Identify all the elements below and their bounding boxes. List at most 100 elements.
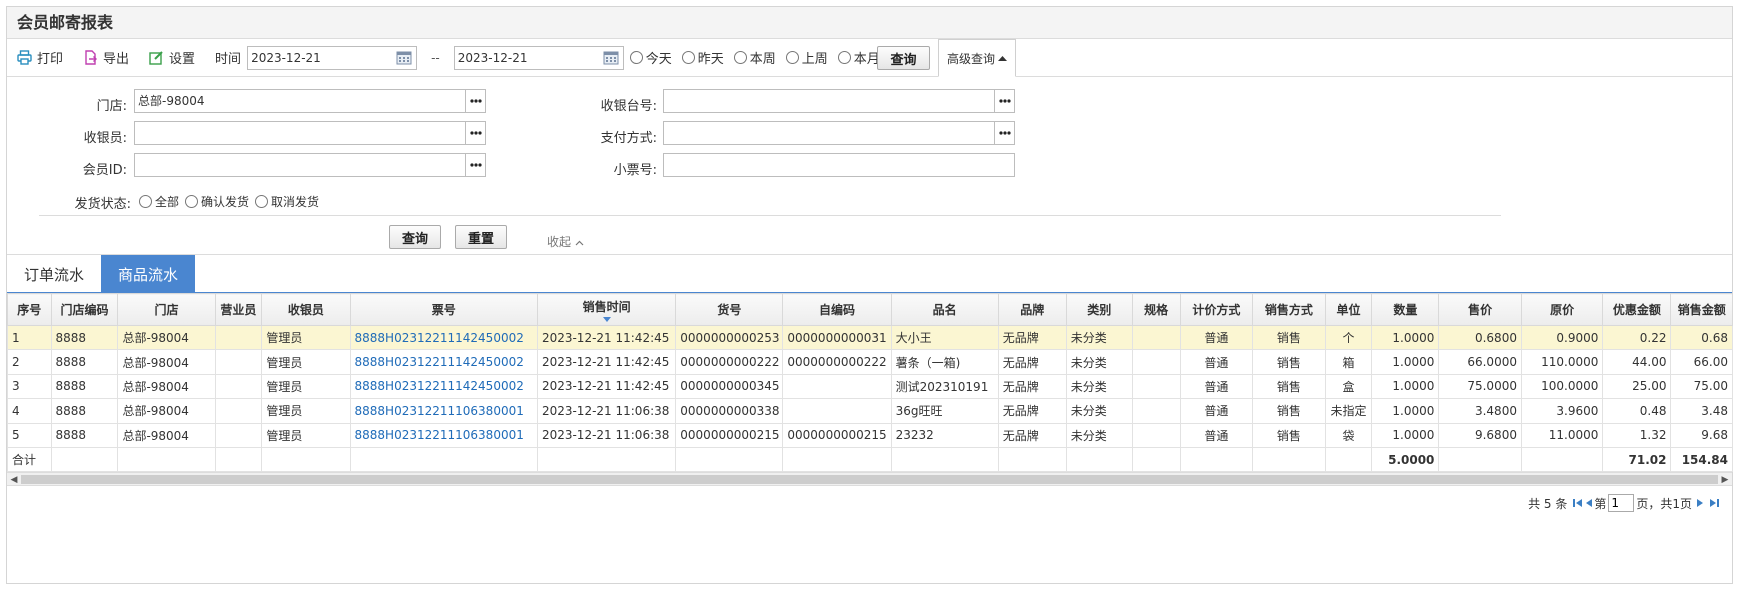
prev-page-icon[interactable] [1585, 498, 1593, 508]
table-row[interactable]: 2 8888 总部-98004 管理员 8888H02312211142450002 20… [7, 349, 1733, 375]
cell-ticket-no[interactable]: 8888H02312211142450002 [349, 373, 538, 400]
scroll-right-icon[interactable]: ▶ [1718, 473, 1732, 486]
date-to-input[interactable]: 2023-12-21 [453, 45, 624, 70]
query-button[interactable]: 查询 [877, 46, 930, 70]
col-header[interactable]: 数量 [1371, 293, 1440, 326]
register-input[interactable] [663, 89, 995, 113]
cell-discount-amount: 44.00 [1602, 349, 1672, 375]
next-page-icon[interactable] [1696, 498, 1704, 508]
collapse-link[interactable]: 收起 [547, 233, 584, 250]
last-page-icon[interactable] [1709, 498, 1719, 508]
store-input[interactable]: 总部-98004 [134, 89, 466, 113]
total-empty-cell [536, 446, 677, 473]
radio-label: 全部 [155, 195, 180, 209]
col-header[interactable]: 单位 [1324, 293, 1373, 326]
cashier-label: 收银员: [83, 131, 127, 146]
calendar-icon[interactable] [392, 47, 416, 69]
register-picker-button[interactable] [994, 89, 1015, 113]
ticket-input[interactable] [663, 153, 1015, 177]
radio-circle[interactable] [733, 51, 747, 64]
radio-yesterday[interactable]: 昨天 [681, 48, 724, 67]
radio-last-week[interactable]: 上周 [785, 48, 828, 67]
col-header[interactable]: 门店 [117, 293, 216, 326]
col-header[interactable]: 收银员 [261, 293, 351, 326]
date-from-input[interactable]: 2023-12-21 [247, 45, 418, 70]
cell-brand: 无品牌 [997, 373, 1067, 400]
col-header[interactable]: 规格 [1131, 293, 1181, 326]
cell-sale-method: 销售 [1252, 373, 1326, 400]
radio-circle[interactable] [255, 195, 269, 208]
radio-circle[interactable] [785, 51, 799, 64]
col-header[interactable]: 票号 [349, 293, 538, 326]
radio-circle[interactable] [681, 51, 695, 64]
table-row[interactable]: 5 8888 总部-98004 管理员 8888H02312211106380001 20… [7, 422, 1733, 448]
col-header[interactable]: 原价 [1520, 293, 1604, 326]
page-number-input[interactable] [1608, 494, 1635, 512]
table-row[interactable]: 4 8888 总部-98004 管理员 8888H02312211106380001 20… [7, 398, 1733, 424]
cell-store-code: 8888 [50, 398, 119, 424]
tab-product-flow[interactable]: 商品流水 [101, 255, 195, 293]
col-header[interactable]: 计价方式 [1179, 293, 1254, 326]
horizontal-scrollbar[interactable]: ◀ ▶ [7, 472, 1732, 487]
col-header[interactable]: 货号 [675, 293, 784, 326]
settings-button[interactable]: 设置 [149, 48, 195, 67]
radio-this-month[interactable]: 本月 [837, 48, 880, 67]
radio-ship-confirmed[interactable]: 确认发货 [185, 193, 249, 210]
payment-picker-button[interactable] [994, 121, 1015, 145]
col-header[interactable]: 类别 [1065, 293, 1133, 326]
table-row[interactable]: 1 8888 总部-98004 管理员 8888H02312211142450002 20… [7, 324, 1733, 351]
cell-row-index: 3 [7, 373, 52, 400]
col-header[interactable]: 销售金额 [1670, 293, 1733, 326]
tab-order-flow[interactable]: 订单流水 [7, 255, 101, 293]
col-header[interactable]: 序号 [7, 293, 52, 326]
table-header-row: 序号 门店编码 门店 营业员 收银员 票号 销售时间 货号 自编码 品名 品牌 … [7, 293, 1733, 326]
export-label: 导出 [103, 52, 130, 67]
col-header[interactable]: 自编码 [782, 293, 892, 326]
payment-input[interactable] [663, 121, 995, 145]
radio-circle[interactable] [837, 51, 851, 64]
radio-circle[interactable] [629, 51, 643, 64]
advanced-query-toggle[interactable]: 高级查询 [938, 39, 1016, 77]
calendar-icon[interactable] [599, 47, 623, 69]
print-button[interactable]: 打印 [17, 48, 63, 67]
first-page-icon[interactable] [1573, 498, 1583, 508]
cell-ticket-no[interactable]: 8888H02312211106380001 [349, 398, 538, 424]
radio-circle[interactable] [139, 195, 152, 208]
filter-reset-button[interactable]: 重置 [455, 225, 507, 249]
col-header[interactable]: 营业员 [214, 293, 263, 326]
col-header[interactable]: 门店编码 [50, 293, 119, 326]
radio-circle[interactable] [185, 195, 199, 208]
total-empty-cell [1131, 446, 1181, 473]
date-separator: -- [431, 50, 440, 65]
member-id-input[interactable] [134, 153, 466, 177]
store-label: 门店: [96, 99, 127, 114]
export-button[interactable]: 导出 [83, 48, 129, 67]
radio-ship-all[interactable]: 全部 [139, 193, 179, 210]
radio-ship-cancelled[interactable]: 取消发货 [255, 193, 319, 210]
col-header[interactable]: 优惠金额 [1602, 293, 1672, 326]
radio-this-week[interactable]: 本周 [733, 48, 776, 67]
cell-ticket-no[interactable]: 8888H02312211106380001 [349, 422, 538, 448]
total-empty-cell [1438, 446, 1522, 473]
cell-ticket-no[interactable]: 8888H02312211142450002 [349, 349, 538, 375]
col-header[interactable]: 品牌 [997, 293, 1067, 326]
cashier-input[interactable] [134, 121, 466, 145]
scroll-thumb[interactable] [21, 475, 1718, 485]
advanced-query-label: 高级查询 [946, 51, 995, 66]
total-count: 共 5 条 [1528, 496, 1568, 511]
col-header[interactable]: 品名 [890, 293, 999, 326]
total-empty-cell [1324, 446, 1373, 473]
col-header[interactable]: 售价 [1438, 293, 1522, 326]
cell-ticket-no[interactable]: 8888H02312211142450002 [349, 324, 538, 351]
filter-query-button[interactable]: 查询 [389, 225, 441, 249]
cell-sale-method: 销售 [1252, 422, 1326, 448]
cashier-picker-button[interactable] [465, 121, 486, 145]
cell-brand: 无品牌 [997, 398, 1067, 424]
member-picker-button[interactable] [465, 153, 486, 177]
store-picker-button[interactable] [465, 89, 486, 113]
col-header[interactable]: 销售方式 [1252, 293, 1326, 326]
col-header-sorted[interactable]: 销售时间 [536, 293, 677, 326]
scroll-left-icon[interactable]: ◀ [7, 473, 21, 486]
table-row[interactable]: 3 8888 总部-98004 管理员 8888H02312211142450002 20… [7, 373, 1733, 400]
radio-today[interactable]: 今天 [629, 48, 672, 67]
